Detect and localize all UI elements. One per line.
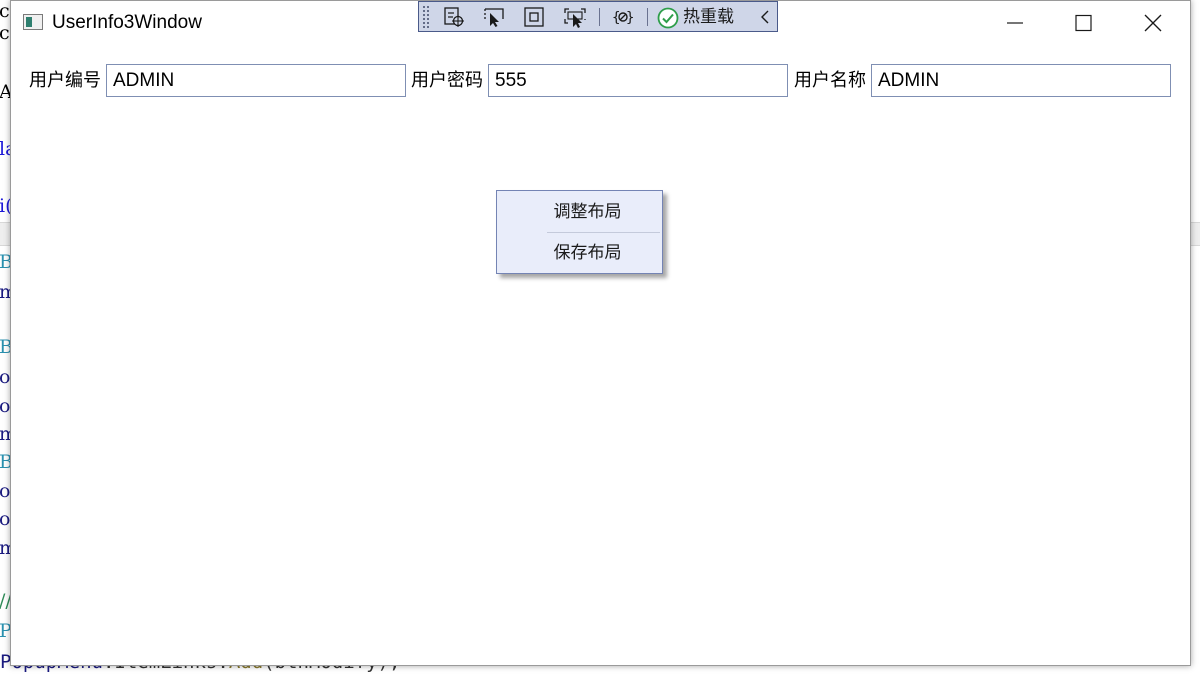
track-focus-icon (564, 8, 586, 28)
collapse-chevron-icon (761, 10, 769, 24)
close-icon (1144, 14, 1162, 32)
hot-reload-label: 热重载 (683, 7, 734, 27)
toolbar-separator (599, 8, 600, 26)
menu-separator (547, 232, 660, 233)
layout-adorner-icon (524, 7, 544, 27)
maximize-icon (1075, 14, 1092, 32)
hot-reload-status[interactable]: 热重载 (655, 4, 741, 30)
menu-item-adjust-layout[interactable]: 调整布局 (499, 193, 660, 231)
window-title: UserInfo3Window (52, 12, 202, 33)
binding-failures-button[interactable]: { } (608, 4, 636, 30)
pointer-button[interactable] (479, 4, 507, 30)
code-fragment: c (0, 0, 10, 22)
user-password-label: 用户密码 (411, 70, 483, 91)
user-id-input[interactable] (106, 64, 406, 97)
app-icon (23, 14, 43, 30)
track-focus-button[interactable] (559, 4, 587, 30)
collapse-toolbar-button[interactable] (755, 4, 775, 30)
context-menu: 调整布局 保存布局 (496, 190, 663, 274)
code-fragment: c (0, 22, 10, 44)
user-password-input[interactable] (488, 64, 788, 97)
debug-toolbar: { } 热重载 (418, 1, 778, 32)
user-name-label: 用户名称 (794, 70, 866, 91)
user-id-label: 用户编号 (29, 70, 101, 91)
layout-adorner-button[interactable] (519, 4, 547, 30)
desktop: c c Ap la i( Ba ma Ba ot ot ma Ba ot ot … (0, 0, 1200, 675)
app-window: UserInfo3Window 用户编号 用户密码 用户名称 调整布局 保存布局 (10, 0, 1191, 666)
user-name-input[interactable] (871, 64, 1171, 97)
close-button[interactable] (1119, 1, 1187, 45)
toolbar-separator (647, 8, 648, 26)
toolbar-grip[interactable] (422, 5, 430, 29)
select-element-icon (444, 7, 464, 27)
menu-item-save-layout[interactable]: 保存布局 (499, 234, 660, 272)
minimize-button[interactable] (981, 1, 1049, 45)
select-element-button[interactable] (439, 4, 467, 30)
minimize-icon (1007, 22, 1023, 24)
pointer-icon (484, 8, 504, 27)
binding-icon: { } (612, 10, 634, 26)
check-circle-icon (657, 7, 679, 29)
maximize-button[interactable] (1049, 1, 1117, 45)
